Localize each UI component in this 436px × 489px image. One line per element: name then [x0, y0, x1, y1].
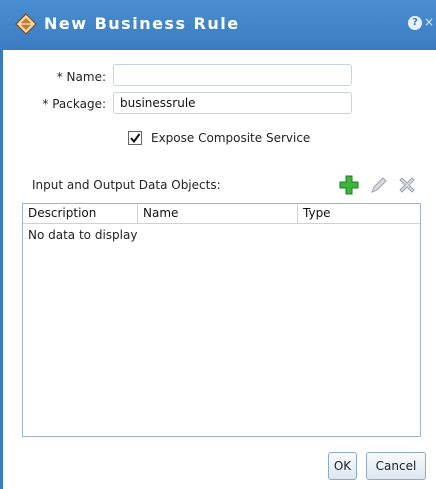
dialog-left-border [0, 50, 3, 489]
name-field[interactable] [113, 64, 352, 86]
close-icon[interactable]: × [424, 15, 434, 29]
dialog-title: New Business Rule [44, 14, 240, 33]
cancel-button[interactable]: Cancel [366, 452, 426, 480]
business-rule-icon [14, 12, 38, 36]
column-header-type[interactable]: Type [298, 204, 420, 223]
expose-composite-service-label[interactable]: Expose Composite Service [151, 131, 310, 145]
ok-button[interactable]: OK [328, 452, 357, 480]
help-icon[interactable]: ? [408, 16, 422, 30]
column-header-description[interactable]: Description [23, 204, 138, 223]
dialog-title-bar[interactable]: New Business Rule ? × [0, 0, 436, 50]
table-header: Description Name Type [23, 204, 420, 224]
package-label: * Package: [42, 97, 106, 111]
empty-table-message: No data to display [28, 228, 138, 242]
column-header-name[interactable]: Name [138, 204, 298, 223]
package-field[interactable] [113, 92, 352, 114]
data-objects-table[interactable]: Description Name Type No data to display [22, 203, 421, 437]
expose-composite-service-checkbox[interactable] [128, 131, 142, 145]
checkmark-icon [130, 133, 141, 144]
new-business-rule-dialog: New Business Rule ? × * Name: * Package:… [0, 0, 436, 489]
delete-icon[interactable] [396, 174, 418, 196]
name-label: * Name: [56, 70, 106, 84]
add-icon[interactable] [338, 174, 360, 196]
data-objects-label: Input and Output Data Objects: [32, 178, 221, 192]
edit-icon[interactable] [368, 174, 390, 196]
